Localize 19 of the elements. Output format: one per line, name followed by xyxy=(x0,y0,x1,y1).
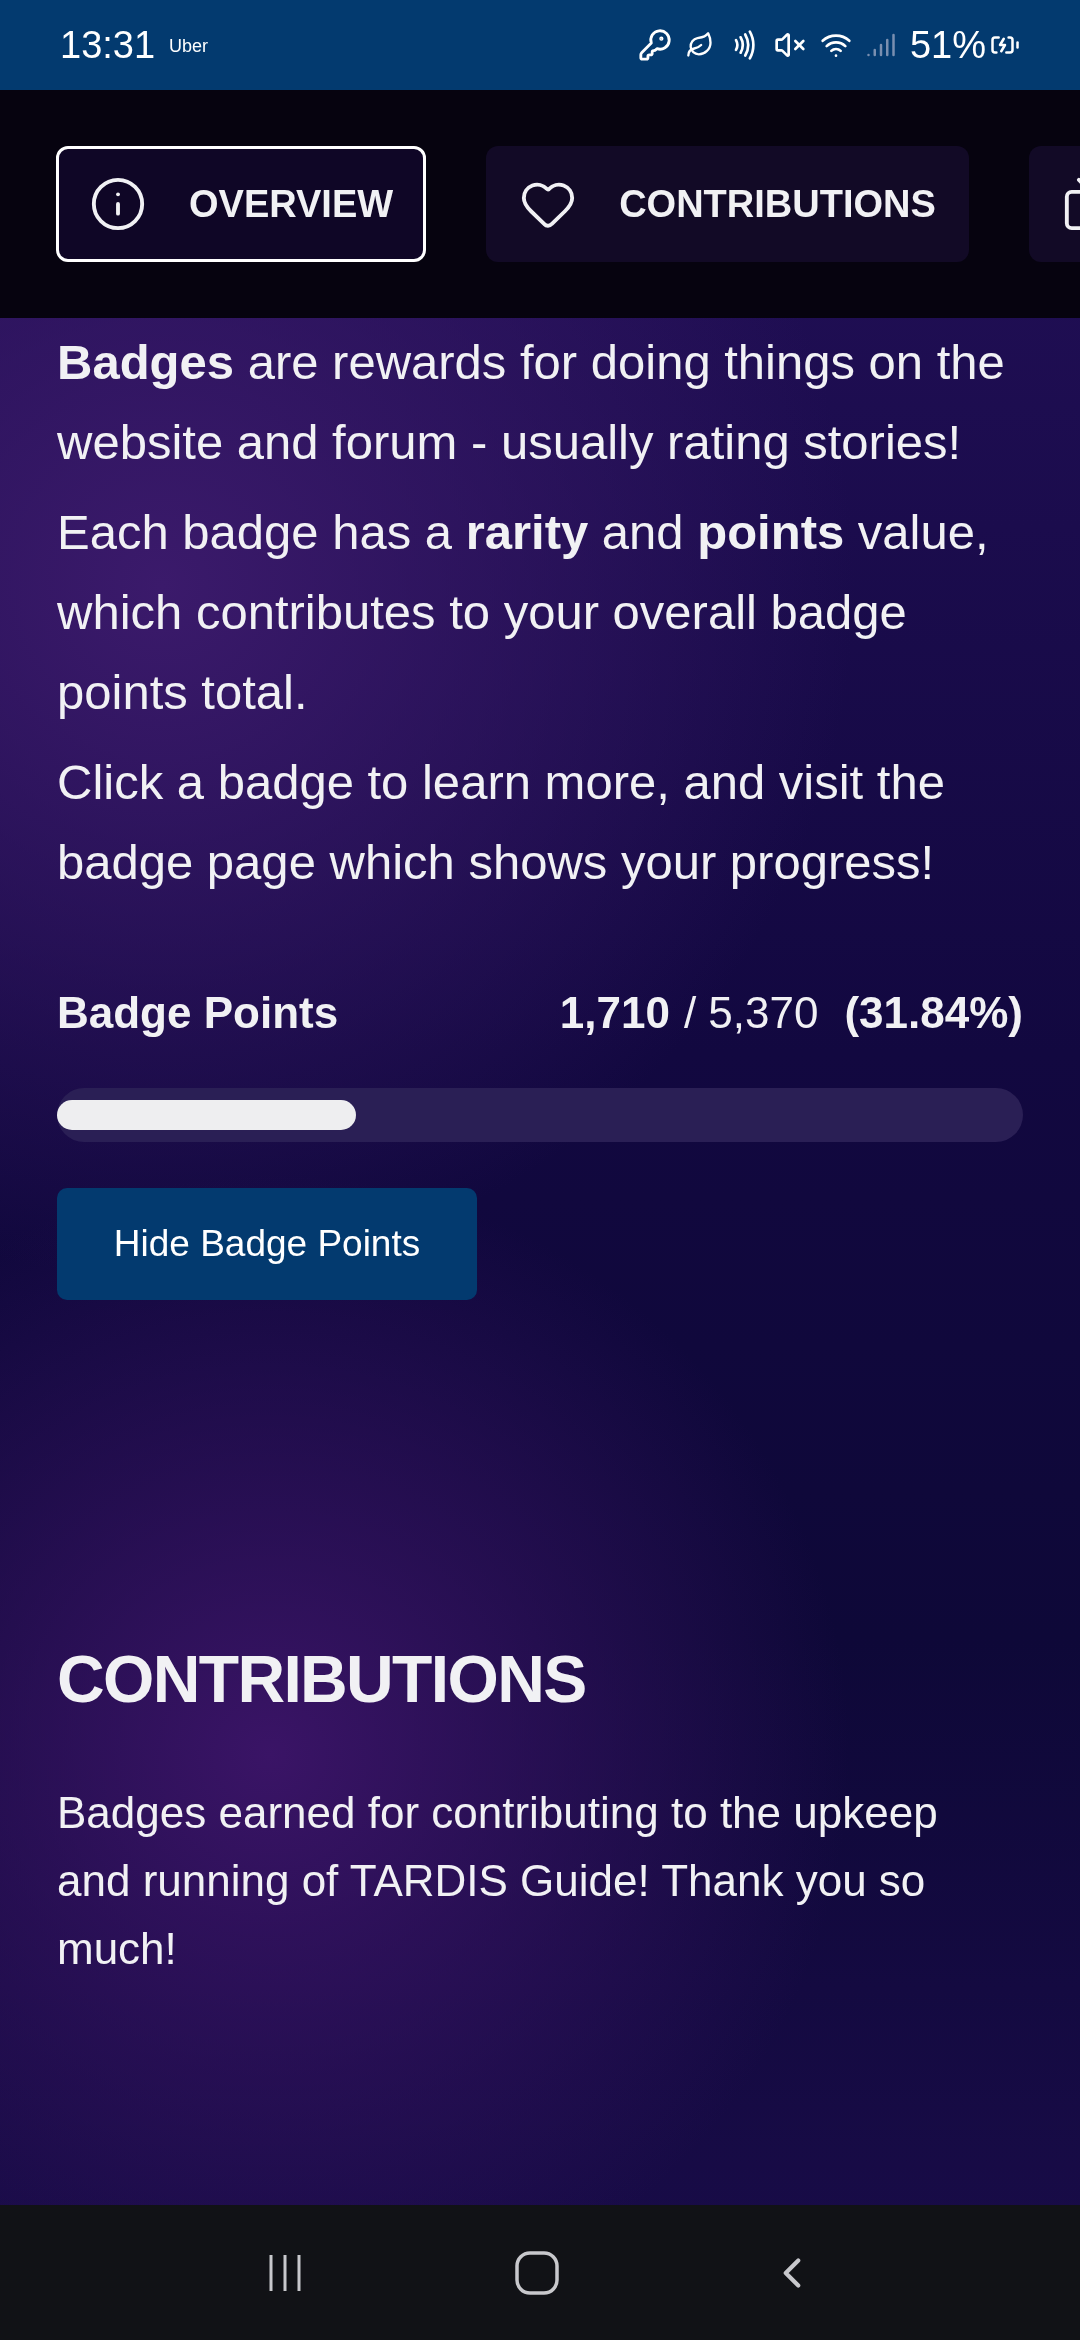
points-earned: 1,710 xyxy=(559,987,670,1039)
leaf-icon xyxy=(685,31,714,59)
key-icon xyxy=(637,28,672,62)
tab[interactable]: OVERVIEW xyxy=(56,146,427,262)
points-percent: (31.84%) xyxy=(844,987,1023,1039)
points-total: / 5,370 xyxy=(683,987,819,1039)
section-heading: CONTRIBUTIONS xyxy=(57,1641,587,1718)
intro-paragraph: Each badge has a rarity and points value, which contributes to your overall badge points total. xyxy=(57,504,990,721)
section-description: Badges earned for contributing to the upkeep and running of TARDIS Guide! Thank you so much! xyxy=(57,1787,939,1975)
battery-percent: 51% xyxy=(909,22,986,68)
notification-label: Uber xyxy=(169,34,209,58)
intro-paragraph: Click a badge to learn more, and visit the badge page which shows your progress! xyxy=(57,754,946,891)
clock: 13:31 xyxy=(60,22,156,68)
info-icon xyxy=(89,175,147,233)
intro-paragraph: Badges are rewards for doing things on the website and forum - usually rating stories! xyxy=(57,334,1006,471)
hide-points-button[interactable]: Hide Badge Points xyxy=(57,1188,477,1300)
tab[interactable]: CONTRIBUTIONS xyxy=(486,146,969,262)
home-icon[interactable] xyxy=(514,2249,560,2296)
badge-points-label: Badge Points xyxy=(57,987,339,1039)
